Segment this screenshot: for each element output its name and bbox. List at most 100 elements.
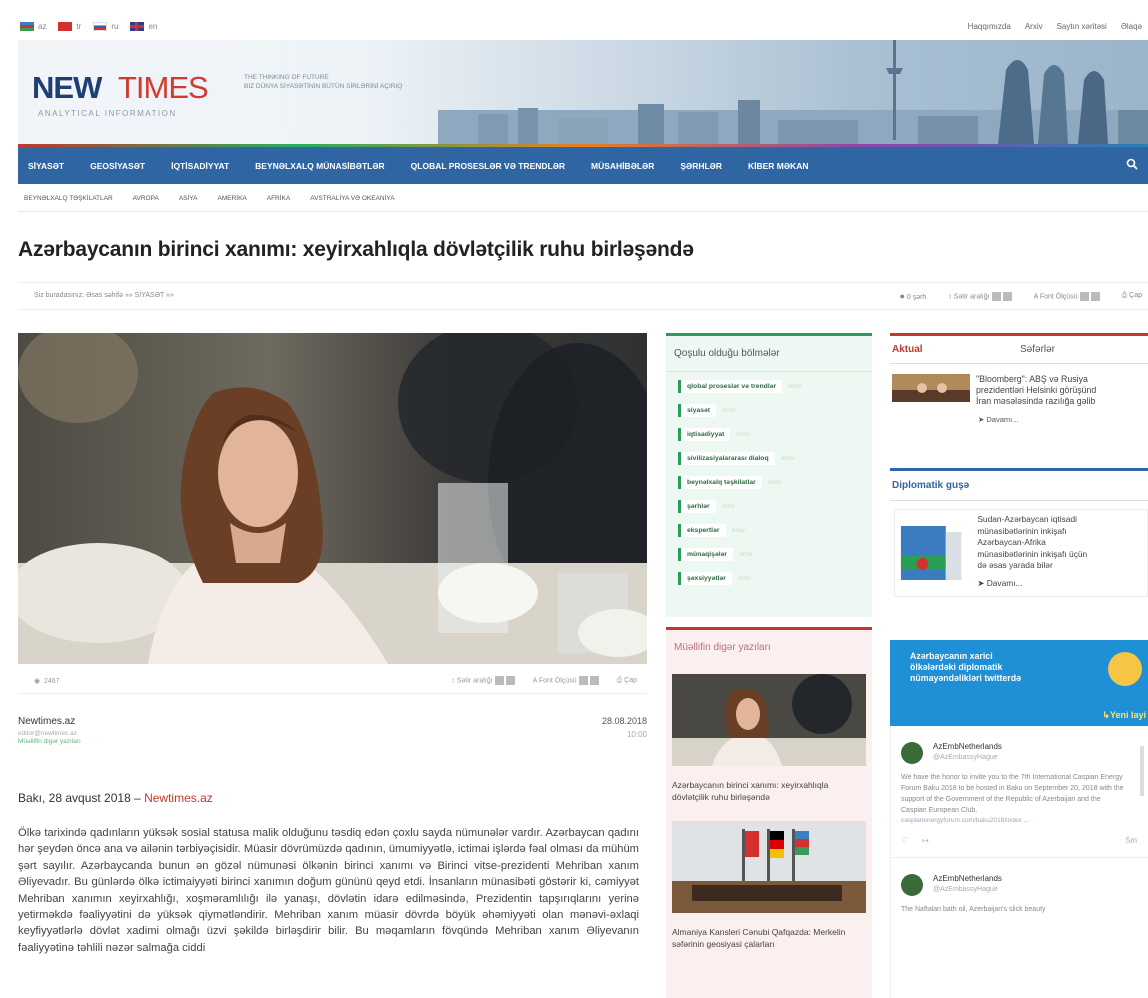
link-archive[interactable]: Arxiv xyxy=(1025,22,1043,31)
search-icon[interactable] xyxy=(1126,158,1138,170)
nav-comments[interactable]: ŞƏRHLƏR xyxy=(680,161,722,171)
lang-tr[interactable]: tr xyxy=(76,22,81,31)
heart-icon[interactable]: ♡ xyxy=(901,836,908,845)
nav-geopolitics[interactable]: GEOSİYASƏT xyxy=(90,161,145,171)
tweet[interactable]: AzEmbNetherlands @AzEmbassyHague The Naf… xyxy=(891,858,1148,915)
author-more-link[interactable]: Müəllifin digər yazıları xyxy=(18,738,647,745)
flag-ru-icon[interactable] xyxy=(93,22,108,31)
subnav-asia[interactable]: ASİYA xyxy=(179,195,198,202)
section-tag[interactable]: siyasət Arxiv xyxy=(678,401,872,420)
tweet-handle[interactable]: @AzEmbassyHague xyxy=(933,886,1002,893)
subnav-europe[interactable]: AVROPA xyxy=(133,195,159,202)
subnav-australia-oceania[interactable]: AVSTRALİYA VƏ OKEANİYA xyxy=(310,195,394,202)
comments-count[interactable]: ● 0 şərh xyxy=(899,291,926,301)
avatar[interactable] xyxy=(901,742,923,764)
section-tag[interactable]: şəxsiyyətlər Arxiv xyxy=(678,569,872,588)
font-size-increase-button[interactable] xyxy=(589,676,599,685)
link-about[interactable]: Haqqımızda xyxy=(968,22,1011,31)
book-cover-image[interactable] xyxy=(899,524,963,582)
print-button[interactable]: ⎙ Çap xyxy=(1122,292,1142,300)
tweet-time[interactable]: 5m xyxy=(1126,836,1137,845)
lang-az[interactable]: az xyxy=(38,22,46,31)
tweet-handle[interactable]: @AzEmbassyHague xyxy=(933,754,1002,761)
section-tag[interactable]: münaqişələr Arxiv xyxy=(678,545,872,564)
section-archive-link[interactable]: Arxiv xyxy=(739,552,752,558)
section-tag[interactable]: iqtisadiyyat Arxiv xyxy=(678,425,872,444)
nav-interviews[interactable]: MÜSAHİBƏLƏR xyxy=(591,161,654,171)
section-tag-label[interactable]: iqtisadiyyat xyxy=(678,428,731,441)
section-archive-link[interactable]: Arxiv xyxy=(738,576,751,582)
section-tag-label[interactable]: beynəlxalq təşkilatlar xyxy=(678,476,762,489)
actual-more-link[interactable]: ➤ Davamı... xyxy=(978,415,1148,424)
lang-ru[interactable]: ru xyxy=(111,22,118,31)
tweet[interactable]: AzEmbNetherlands @AzEmbassyHague We have… xyxy=(891,726,1148,845)
subnav-intl-organizations[interactable]: BEYNƏLXALQ TƏŞKİLATLAR xyxy=(24,195,113,202)
news-thumbnail[interactable] xyxy=(892,374,970,402)
section-archive-link[interactable]: Arxiv xyxy=(788,384,801,390)
other-article-thumbnail[interactable] xyxy=(672,821,866,913)
flag-az-icon[interactable] xyxy=(20,22,34,31)
section-tag-label[interactable]: münaqişələr xyxy=(678,548,734,561)
section-archive-link[interactable]: Arxiv xyxy=(722,504,735,510)
diplomatic-item-text[interactable]: Sudan-Azərbaycan iqtisadi münasibətlərin… xyxy=(977,514,1143,592)
nav-global-processes[interactable]: QLOBAL PROSESLƏR VƏ TRENDLƏR xyxy=(411,161,565,171)
tab-actual[interactable]: Aktual xyxy=(890,344,1020,355)
font-size-decrease-button[interactable] xyxy=(1079,291,1089,301)
avatar[interactable] xyxy=(901,874,923,896)
section-tag-label[interactable]: şərhlər xyxy=(678,500,716,513)
other-article-thumbnail[interactable] xyxy=(672,674,866,766)
link-sitemap[interactable]: Saytın xəritəsi xyxy=(1057,22,1107,31)
diplomatic-more-link[interactable]: ➤ Davamı... xyxy=(977,578,1143,590)
logo-times[interactable]: TIMES xyxy=(118,70,209,106)
nav-international-relations[interactable]: BEYNƏLXALQ MÜNASİBƏTLƏR xyxy=(255,161,384,171)
nav-economy[interactable]: İQTİSADİYYAT xyxy=(171,161,229,171)
section-tag-label[interactable]: şəxsiyyətlər xyxy=(678,572,732,585)
section-tag[interactable]: ekspertlər Arxiv xyxy=(678,521,872,540)
section-archive-link[interactable]: Arxiv xyxy=(736,432,749,438)
section-tag-label[interactable]: ekspertlər xyxy=(678,524,726,537)
link-contact[interactable]: Əlaqə xyxy=(1121,22,1142,31)
flag-tr-icon[interactable] xyxy=(58,22,73,31)
nav-cyber-space[interactable]: KİBER MƏKAN xyxy=(748,161,808,171)
section-tag[interactable]: şərhlər Arxiv xyxy=(678,497,872,516)
flag-en-icon[interactable] xyxy=(130,22,145,31)
font-size-decrease-button[interactable] xyxy=(578,676,588,685)
other-article-title[interactable]: Azərbaycanın birinci xanımı: xeyirxahlıq… xyxy=(672,779,852,803)
author-name[interactable]: Newtimes.az xyxy=(18,716,647,727)
line-spacing-decrease-button[interactable] xyxy=(494,676,504,685)
subnav-america[interactable]: AMERİKA xyxy=(217,195,246,202)
tweet-author[interactable]: AzEmbNetherlands xyxy=(933,742,1002,751)
twitter-new-list-link[interactable]: ↳Yeni layi xyxy=(1102,710,1146,721)
section-tag-label[interactable]: sivilizasiyalararası dialoq xyxy=(678,452,775,465)
section-archive-link[interactable]: Arxiv xyxy=(781,456,794,462)
nav-politics[interactable]: SİYASƏT xyxy=(28,161,64,171)
logo-new[interactable]: NEW xyxy=(32,70,102,106)
subnav-africa[interactable]: AFRİKA xyxy=(267,195,290,202)
lang-en[interactable]: en xyxy=(148,22,157,31)
section-archive-link[interactable]: Arxiv xyxy=(722,408,735,414)
section-archive-link[interactable]: Arxiv xyxy=(732,528,745,534)
tweet-author[interactable]: AzEmbNetherlands xyxy=(933,874,1002,883)
diplomatic-item[interactable]: Sudan-Azərbaycan iqtisadi münasibətlərin… xyxy=(894,509,1148,597)
section-archive-link[interactable]: Arxiv xyxy=(768,480,781,486)
feed-scrollbar[interactable] xyxy=(1140,746,1144,796)
section-tag[interactable]: beynəlxalq təşkilatlar Arxiv xyxy=(678,473,872,492)
tab-visits[interactable]: Səfərlər xyxy=(1020,344,1055,355)
news-title[interactable]: "Bloomberg": ABŞ və Rusiya prezidentləri… xyxy=(976,374,1148,407)
line-spacing-increase-button[interactable] xyxy=(505,676,515,685)
print-button-bottom[interactable]: ⎙ Çap xyxy=(617,677,637,685)
actual-news-item[interactable]: "Bloomberg": ABŞ və Rusiya prezidentləri… xyxy=(890,364,1148,407)
tweet-link[interactable]: caspianenergyforum.com/baku2018/index ..… xyxy=(901,817,1148,824)
share-icon[interactable]: ↦ xyxy=(922,836,929,845)
breadcrumb[interactable]: Siz buradasınız: Əsas səhifə »» SİYASƏT … xyxy=(34,292,174,299)
other-article-title[interactable]: Almaniya Kansleri Cənubi Qafqazda: Merke… xyxy=(672,926,852,950)
twitter-banner[interactable]: Azərbaycanın xarici ölkələrdəki diplomat… xyxy=(890,640,1148,726)
section-tag[interactable]: qlobal proseslər və trendlər Arxiv xyxy=(678,377,872,396)
lead-source-link[interactable]: Newtimes.az xyxy=(144,791,213,805)
author-email[interactable]: editor@newtimes.az xyxy=(18,730,647,737)
font-size-increase-button[interactable] xyxy=(1090,291,1100,301)
section-tag-label[interactable]: siyasət xyxy=(678,404,717,417)
section-tag[interactable]: sivilizasiyalararası dialoq Arxiv xyxy=(678,449,872,468)
line-spacing-decrease-button[interactable] xyxy=(991,291,1001,301)
line-spacing-increase-button[interactable] xyxy=(1002,291,1012,301)
